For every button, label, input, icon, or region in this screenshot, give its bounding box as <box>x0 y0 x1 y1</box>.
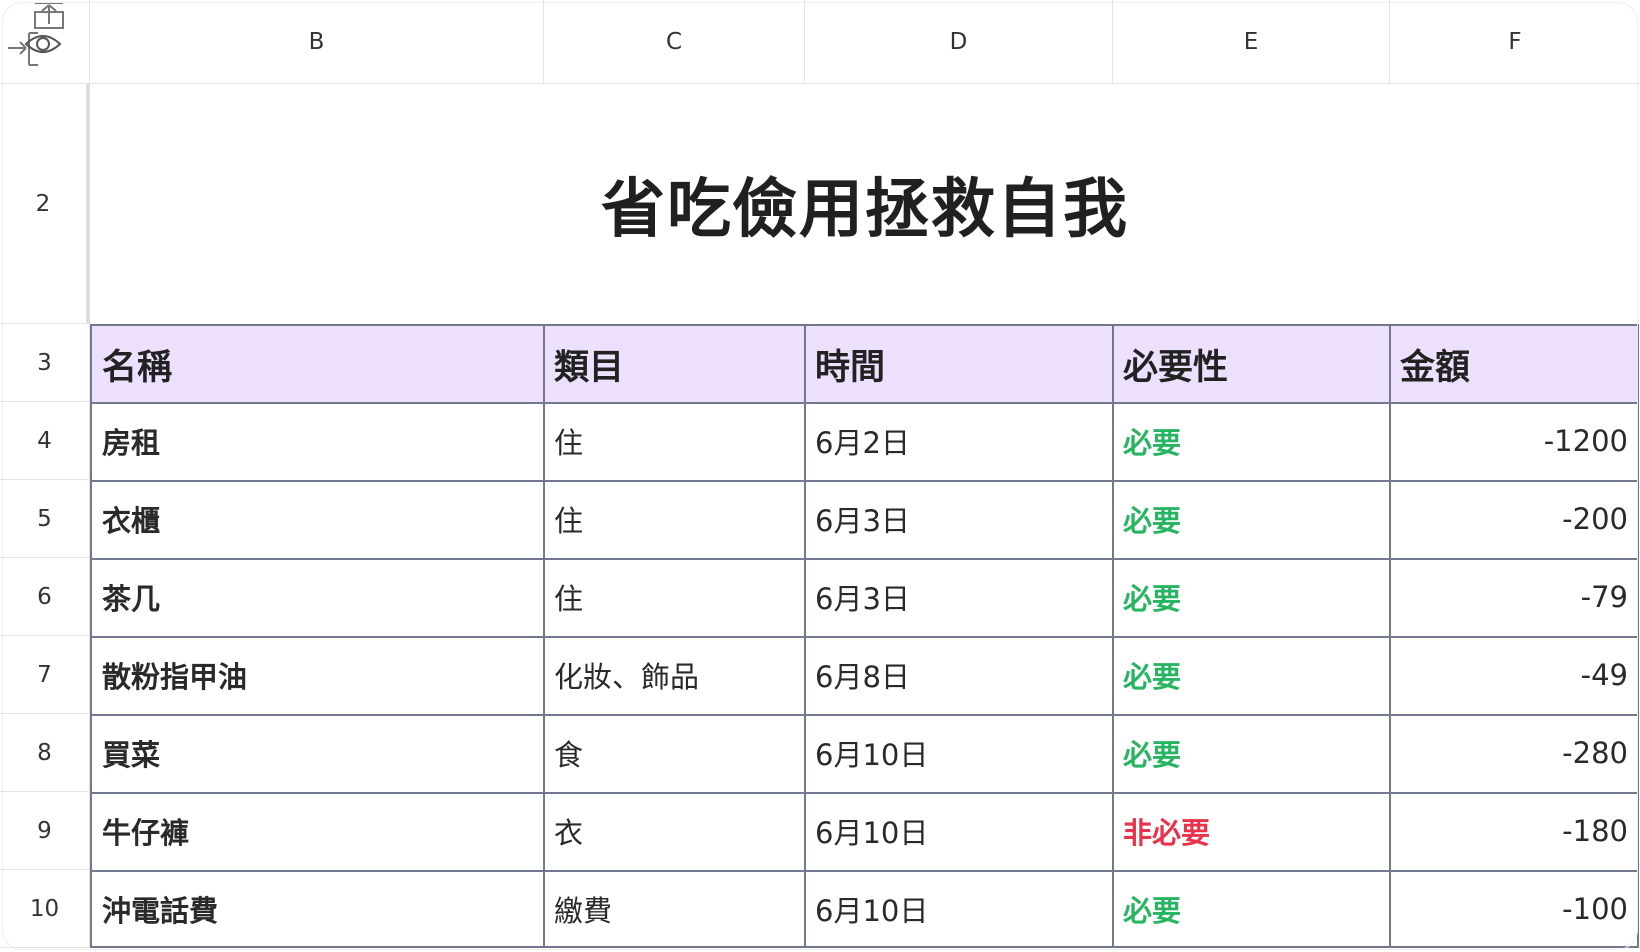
show-hidden-eye-icon[interactable] <box>24 30 62 58</box>
cell-necessity-row-10[interactable]: 必要 <box>1113 870 1390 948</box>
grid-line-horizontal <box>90 946 1639 948</box>
spreadsheet: B C D E F 2 3 4 5 6 7 8 9 10 省吃儉用拯救自我 名稱… <box>0 0 1640 952</box>
cell-category-row-7[interactable]: 化妝、飾品 <box>544 636 805 714</box>
grid-line-horizontal <box>90 870 1639 872</box>
cell-name-row-9[interactable]: 牛仔褲 <box>92 792 544 870</box>
cell-name-row-4[interactable]: 房租 <box>92 402 544 480</box>
cell-category-row-5[interactable]: 住 <box>544 480 805 558</box>
cell-necessity-row-9[interactable]: 非必要 <box>1113 792 1390 870</box>
column-header-e[interactable]: E <box>1113 0 1390 84</box>
cell-necessity-row-8[interactable]: 必要 <box>1113 714 1390 792</box>
row-header-4[interactable]: 4 <box>0 402 90 480</box>
row-header-5[interactable]: 5 <box>0 480 90 558</box>
cell-name-row-8[interactable]: 買菜 <box>92 714 544 792</box>
cell-name-row-10[interactable]: 沖電話費 <box>92 870 544 948</box>
cell-amount-row-10[interactable]: -100 <box>1390 870 1638 948</box>
row-header-7[interactable]: 7 <box>0 636 90 714</box>
cell-name-row-5[interactable]: 衣櫃 <box>92 480 544 558</box>
header-necessity[interactable]: 必要性 <box>1113 326 1390 402</box>
cell-name-row-6[interactable]: 茶几 <box>92 558 544 636</box>
row-header-3[interactable]: 3 <box>0 324 90 402</box>
row-header-6[interactable]: 6 <box>0 558 90 636</box>
cell-necessity-row-5[interactable]: 必要 <box>1113 480 1390 558</box>
row-header-9[interactable]: 9 <box>0 792 90 870</box>
cell-date-row-5[interactable]: 6月3日 <box>805 480 1113 558</box>
column-header-f[interactable]: F <box>1390 0 1640 84</box>
cell-name-row-7[interactable]: 散粉指甲油 <box>92 636 544 714</box>
column-header-c[interactable]: C <box>544 0 805 84</box>
header-name[interactable]: 名稱 <box>92 326 544 402</box>
cell-amount-row-5[interactable]: -200 <box>1390 480 1638 558</box>
cell-category-row-9[interactable]: 衣 <box>544 792 805 870</box>
grid-line-horizontal <box>90 558 1639 560</box>
cell-amount-row-8[interactable]: -280 <box>1390 714 1638 792</box>
cell-necessity-row-6[interactable]: 必要 <box>1113 558 1390 636</box>
cell-date-row-7[interactable]: 6月8日 <box>805 636 1113 714</box>
row-header-2[interactable]: 2 <box>0 84 90 324</box>
expand-rows-icon[interactable] <box>30 0 68 30</box>
cell-date-row-8[interactable]: 6月10日 <box>805 714 1113 792</box>
grid-line-horizontal <box>90 480 1639 482</box>
cell-amount-row-4[interactable]: -1200 <box>1390 402 1638 480</box>
cell-amount-row-6[interactable]: -79 <box>1390 558 1638 636</box>
cell-date-row-9[interactable]: 6月10日 <box>805 792 1113 870</box>
column-header-b[interactable]: B <box>90 0 544 84</box>
cell-necessity-row-7[interactable]: 必要 <box>1113 636 1390 714</box>
cell-necessity-row-4[interactable]: 必要 <box>1113 402 1390 480</box>
row-header-10[interactable]: 10 <box>0 870 90 948</box>
header-category[interactable]: 類目 <box>544 326 805 402</box>
header-date[interactable]: 時間 <box>805 326 1113 402</box>
cell-category-row-4[interactable]: 住 <box>544 402 805 480</box>
grid-line-horizontal <box>90 402 1639 404</box>
cell-amount-row-9[interactable]: -180 <box>1390 792 1638 870</box>
cell-date-row-6[interactable]: 6月3日 <box>805 558 1113 636</box>
cell-category-row-10[interactable]: 繳費 <box>544 870 805 948</box>
grid-line-horizontal <box>90 714 1639 716</box>
header-amount[interactable]: 金額 <box>1390 326 1638 402</box>
cell-category-row-6[interactable]: 住 <box>544 558 805 636</box>
sheet-title[interactable]: 省吃儉用拯救自我 <box>90 84 1640 324</box>
column-header-d[interactable]: D <box>805 0 1113 84</box>
cell-category-row-8[interactable]: 食 <box>544 714 805 792</box>
grid-line-horizontal <box>90 324 1639 326</box>
cell-date-row-10[interactable]: 6月10日 <box>805 870 1113 948</box>
select-all-corner[interactable] <box>0 0 90 84</box>
row-header-8[interactable]: 8 <box>0 714 90 792</box>
cell-amount-row-7[interactable]: -49 <box>1390 636 1638 714</box>
grid-line-horizontal <box>90 792 1639 794</box>
grid-line-horizontal <box>90 636 1639 638</box>
cell-date-row-4[interactable]: 6月2日 <box>805 402 1113 480</box>
